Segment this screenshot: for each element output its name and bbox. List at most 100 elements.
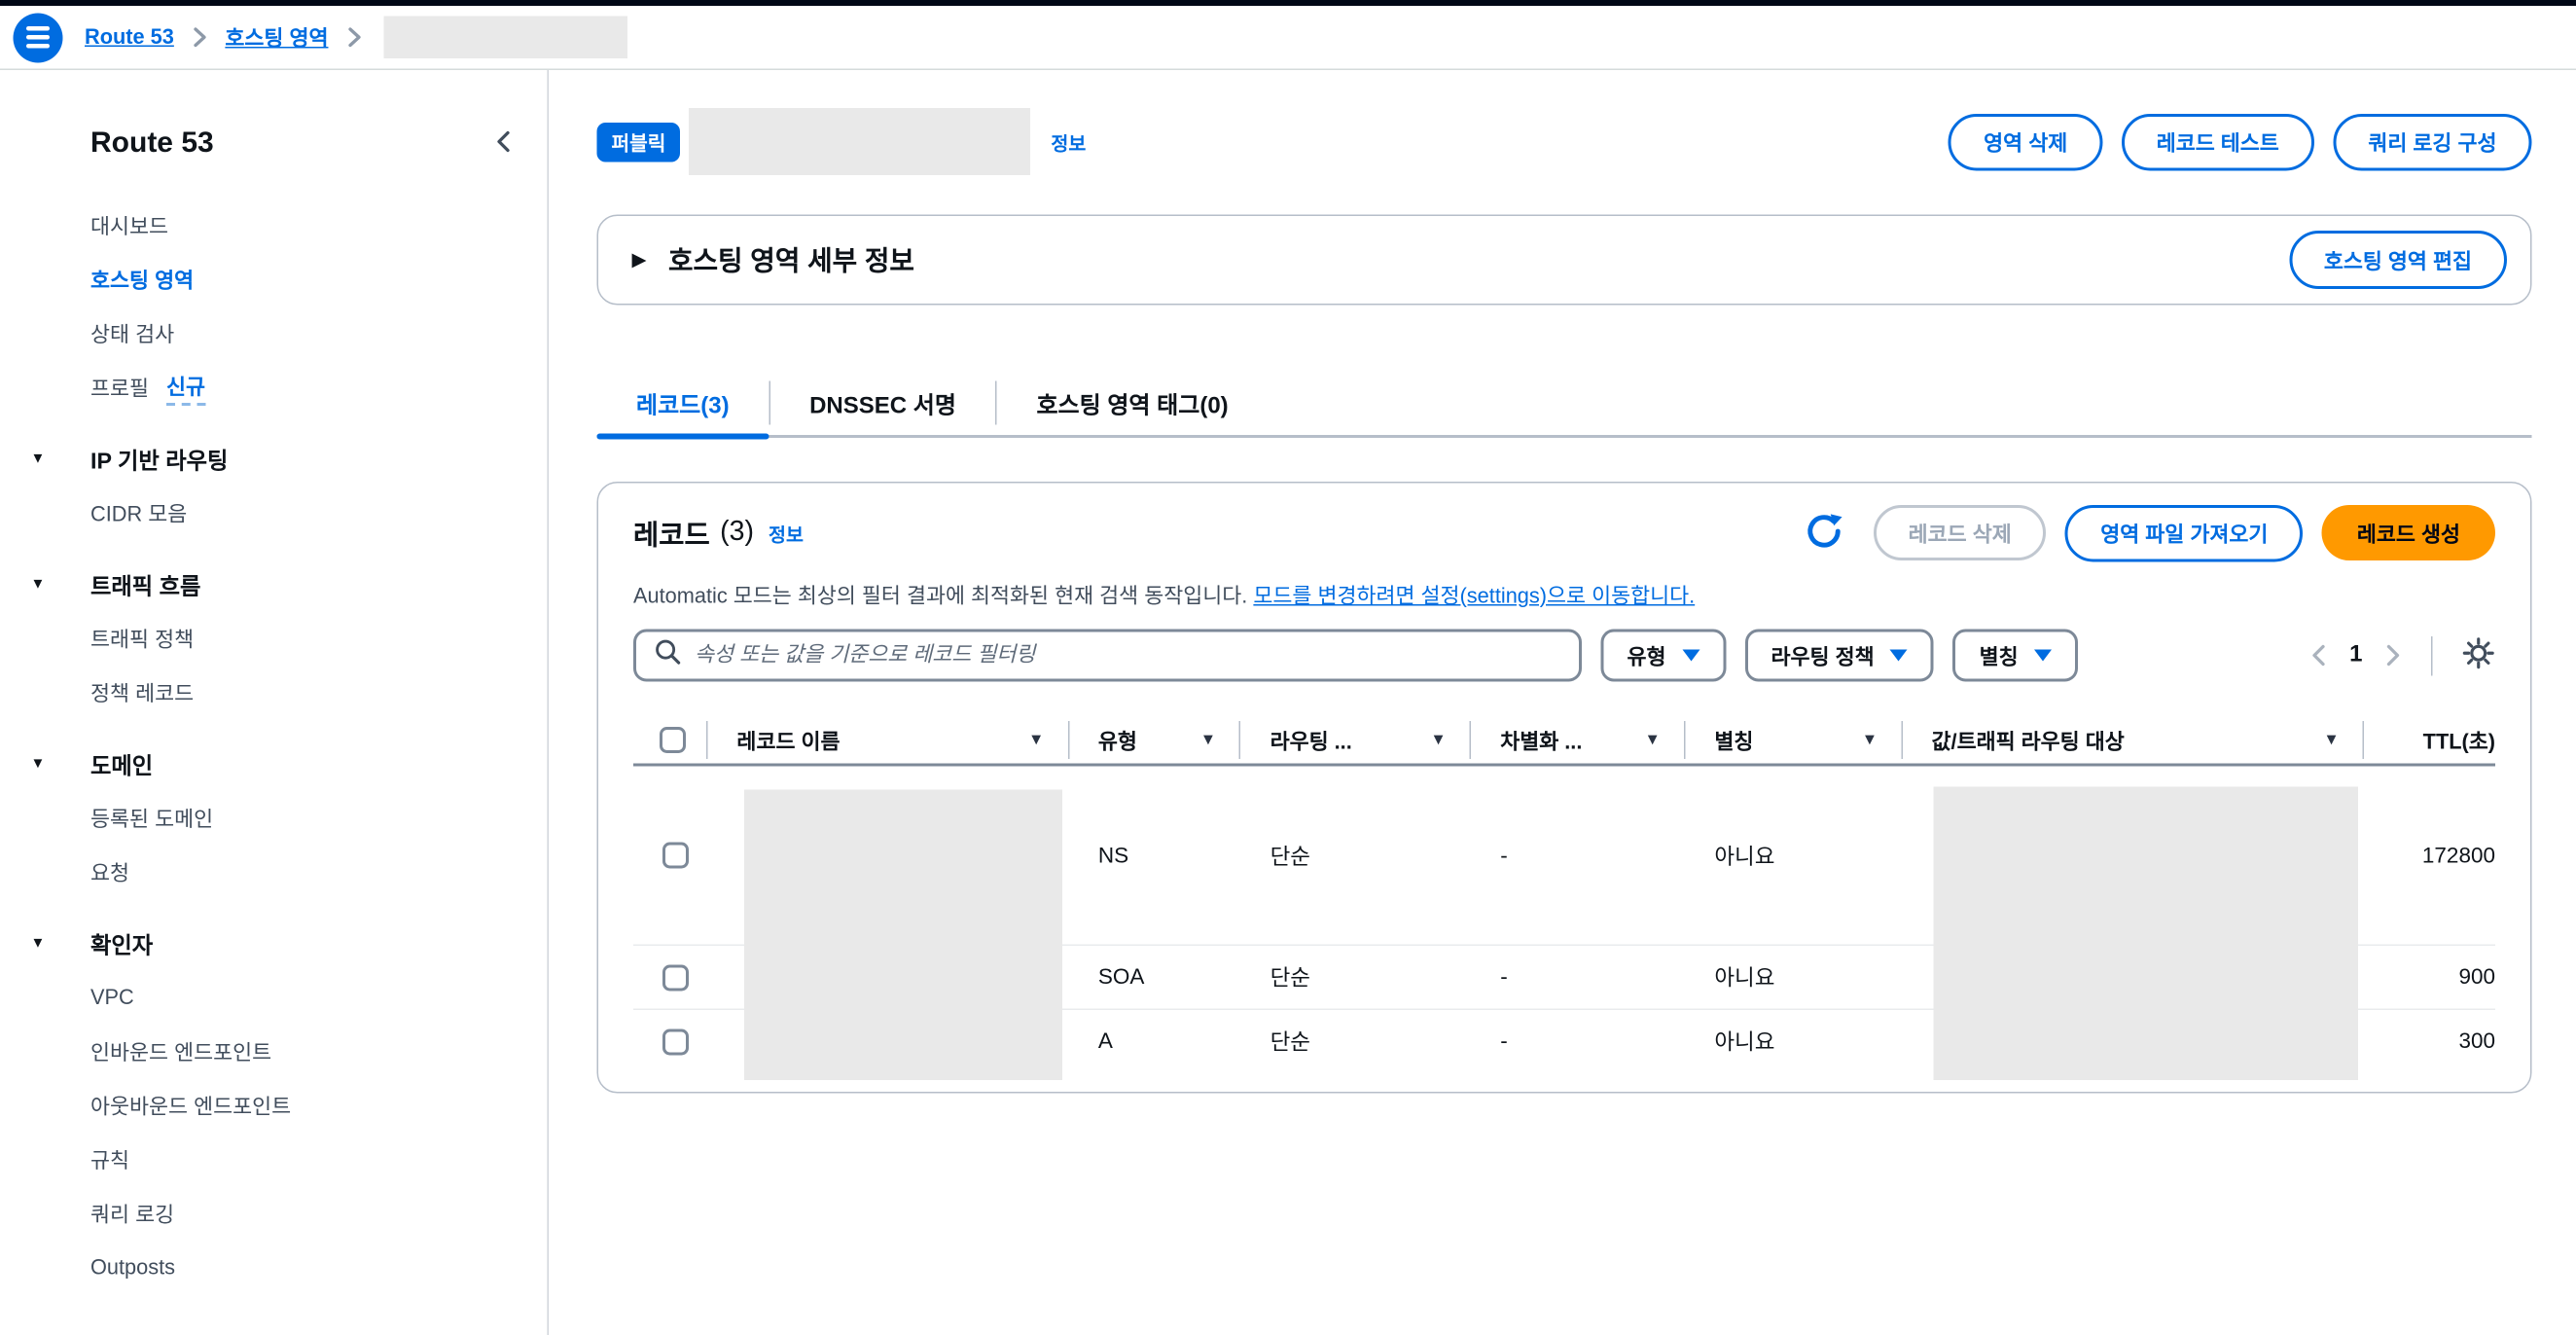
sidebar-section-resolver[interactable]: ▼ 확인자 — [28, 917, 516, 971]
test-record-button[interactable]: 레코드 테스트 — [2122, 113, 2314, 170]
record-values-redacted — [1934, 787, 2359, 1081]
sidebar-title: Route 53 — [28, 123, 214, 163]
ttl-cell: 900 — [2364, 965, 2495, 991]
alias-filter-dropdown[interactable]: 별칭 — [1953, 630, 2079, 682]
divider — [2431, 635, 2433, 675]
sidebar-item-requests[interactable]: 요청 — [28, 846, 516, 900]
refresh-icon — [1802, 509, 1845, 558]
sort-icon[interactable]: ▼ — [1645, 732, 1661, 749]
record-search-box[interactable] — [633, 630, 1582, 682]
sidebar-item-traffic-policies[interactable]: 트래픽 정책 — [28, 612, 516, 667]
sidebar-item-policy-records[interactable]: 정책 레코드 — [28, 666, 516, 720]
sidebar-section-domains[interactable]: ▼ 도메인 — [28, 738, 516, 792]
new-badge-link[interactable]: 신규 — [166, 370, 205, 405]
caret-down-icon: ▼ — [28, 757, 91, 772]
main-content: 퍼블릭 정보 영역 삭제 레코드 테스트 쿼리 로깅 구성 ▶ 호스팅 영역 세… — [549, 70, 2576, 1335]
records-panel: 레코드 (3) 정보 레코드 삭제 영역 파일 가져오기 레코드 — [597, 482, 2532, 1094]
create-record-button[interactable]: 레코드 생성 — [2322, 505, 2495, 560]
gear-icon — [2462, 636, 2496, 674]
column-routing: 라우팅 ... — [1270, 725, 1352, 756]
tab-dnssec-signing[interactable]: DNSSEC 서명 — [770, 370, 996, 436]
delete-zone-button[interactable]: 영역 삭제 — [1949, 113, 2102, 170]
routing-policy-filter-dropdown[interactable]: 라우팅 정책 — [1745, 630, 1935, 682]
column-alias: 별칭 — [1714, 725, 1753, 756]
sidebar-item-outbound-endpoints[interactable]: 아웃바운드 엔드포인트 — [28, 1079, 516, 1134]
alias-cell: 아니요 — [1685, 840, 1902, 871]
sort-icon[interactable]: ▼ — [1430, 732, 1446, 749]
side-navigation: Route 53 대시보드 호스팅 영역 상태 검사 프로필 신규 ▼ IP 기… — [0, 70, 549, 1335]
ttl-cell: 300 — [2364, 1029, 2495, 1055]
row-checkbox[interactable] — [662, 843, 689, 869]
breadcrumb: Route 53 호스팅 영역 — [85, 17, 627, 59]
sidebar-item-dashboard[interactable]: 대시보드 — [28, 198, 516, 253]
alias-cell: 아니요 — [1685, 1027, 1902, 1058]
sidebar-item-registered-domains[interactable]: 등록된 도메인 — [28, 791, 516, 846]
delete-record-button[interactable]: 레코드 삭제 — [1874, 505, 2047, 560]
row-checkbox[interactable] — [662, 964, 689, 991]
type-filter-dropdown[interactable]: 유형 — [1601, 630, 1727, 682]
sidebar-item-vpc[interactable]: VPC — [28, 971, 516, 1026]
sort-icon[interactable]: ▼ — [1028, 732, 1044, 749]
tab-zone-tags[interactable]: 호스팅 영역 태그(0) — [997, 370, 1268, 436]
route53-console: Route 53 호스팅 영역 Route 53 대시보드 호스팅 영역 상태 … — [0, 0, 2576, 1335]
record-type-cell: A — [1069, 1029, 1241, 1055]
records-table-body: NS 단순 - 아니요 172800 SOA 단순 - 아니요 900 — [633, 767, 2495, 1073]
sidebar-section-traffic-flow[interactable]: ▼ 트래픽 흐름 — [28, 558, 516, 612]
records-filter-row: 유형 라우팅 정책 별칭 1 — [633, 630, 2495, 682]
record-type-cell: SOA — [1069, 965, 1241, 991]
sidebar-item-inbound-endpoints[interactable]: 인바운드 엔드포인트 — [28, 1025, 516, 1079]
record-names-redacted — [744, 790, 1062, 1081]
sidebar-item-hosted-zones[interactable]: 호스팅 영역 — [28, 253, 516, 307]
routing-policy-cell: 단순 — [1241, 962, 1472, 993]
record-type-cell: NS — [1069, 843, 1241, 868]
sort-icon[interactable]: ▼ — [1862, 732, 1878, 749]
ttl-cell: 172800 — [2364, 843, 2495, 868]
column-type: 유형 — [1098, 725, 1137, 756]
current-page[interactable]: 1 — [2349, 642, 2362, 668]
next-page-button[interactable] — [2384, 644, 2402, 668]
sidebar-collapse-button[interactable] — [492, 127, 516, 159]
zone-header: 퍼블릭 정보 영역 삭제 레코드 테스트 쿼리 로깅 구성 — [597, 108, 2532, 175]
routing-policy-cell: 단순 — [1241, 840, 1472, 871]
column-ttl: TTL(초) — [2423, 725, 2495, 756]
records-info-link[interactable]: 정보 — [769, 519, 804, 547]
record-filter-input[interactable] — [695, 644, 1561, 668]
configure-query-logging-button[interactable]: 쿼리 로깅 구성 — [2333, 113, 2531, 170]
differentiator-cell: - — [1471, 965, 1685, 991]
zone-info-link[interactable]: 정보 — [1051, 127, 1086, 156]
table-settings-button[interactable] — [2462, 636, 2496, 674]
caret-down-icon: ▼ — [28, 577, 91, 592]
records-count: (3) — [720, 517, 754, 549]
hamburger-icon — [26, 44, 50, 48]
previous-page-button[interactable] — [2310, 644, 2328, 668]
sort-icon[interactable]: ▼ — [1200, 732, 1216, 749]
sidebar-item-rules[interactable]: 규칙 — [28, 1133, 516, 1187]
details-panel-title: 호스팅 영역 세부 정보 — [668, 241, 914, 279]
sort-icon[interactable]: ▼ — [2323, 732, 2339, 749]
sidebar-item-health-checks[interactable]: 상태 검사 — [28, 307, 516, 361]
caret-right-icon[interactable]: ▶ — [632, 248, 647, 271]
refresh-button[interactable] — [1802, 509, 1845, 558]
hosted-zone-details-panel: ▶ 호스팅 영역 세부 정보 호스팅 영역 편집 — [597, 215, 2532, 306]
select-all-checkbox[interactable] — [660, 727, 686, 753]
tab-records[interactable]: 레코드(3) — [597, 370, 769, 436]
sidebar-item-profiles[interactable]: 프로필 신규 — [28, 361, 516, 415]
caret-down-icon — [1682, 650, 1699, 662]
alias-cell: 아니요 — [1685, 962, 1902, 993]
breadcrumb-route53-link[interactable]: Route 53 — [85, 25, 174, 49]
tab-bar: 레코드(3) DNSSEC 서명 호스팅 영역 태그(0) — [597, 370, 2532, 439]
sidebar-section-ip-routing[interactable]: ▼ IP 기반 라우팅 — [28, 432, 516, 487]
breadcrumb-hosted-zones-link[interactable]: 호스팅 영역 — [225, 22, 328, 54]
caret-down-icon: ▼ — [28, 936, 91, 951]
edit-hosted-zone-button[interactable]: 호스팅 영역 편집 — [2289, 231, 2507, 289]
public-zone-badge: 퍼블릭 — [597, 122, 681, 162]
sidebar-item-query-logging[interactable]: 쿼리 로깅 — [28, 1187, 516, 1242]
sidebar-item-outposts[interactable]: Outposts — [28, 1241, 516, 1295]
hamburger-icon — [26, 35, 50, 39]
sidebar-item-cidr-collections[interactable]: CIDR 모음 — [28, 487, 516, 541]
chevron-right-icon — [190, 26, 209, 49]
import-zone-file-button[interactable]: 영역 파일 가져오기 — [2065, 504, 2303, 561]
hamburger-menu-button[interactable] — [14, 13, 63, 62]
settings-mode-link[interactable]: 모드를 변경하려면 설정(settings)으로 이동합니다. — [1253, 586, 1695, 609]
row-checkbox[interactable] — [662, 1028, 689, 1055]
